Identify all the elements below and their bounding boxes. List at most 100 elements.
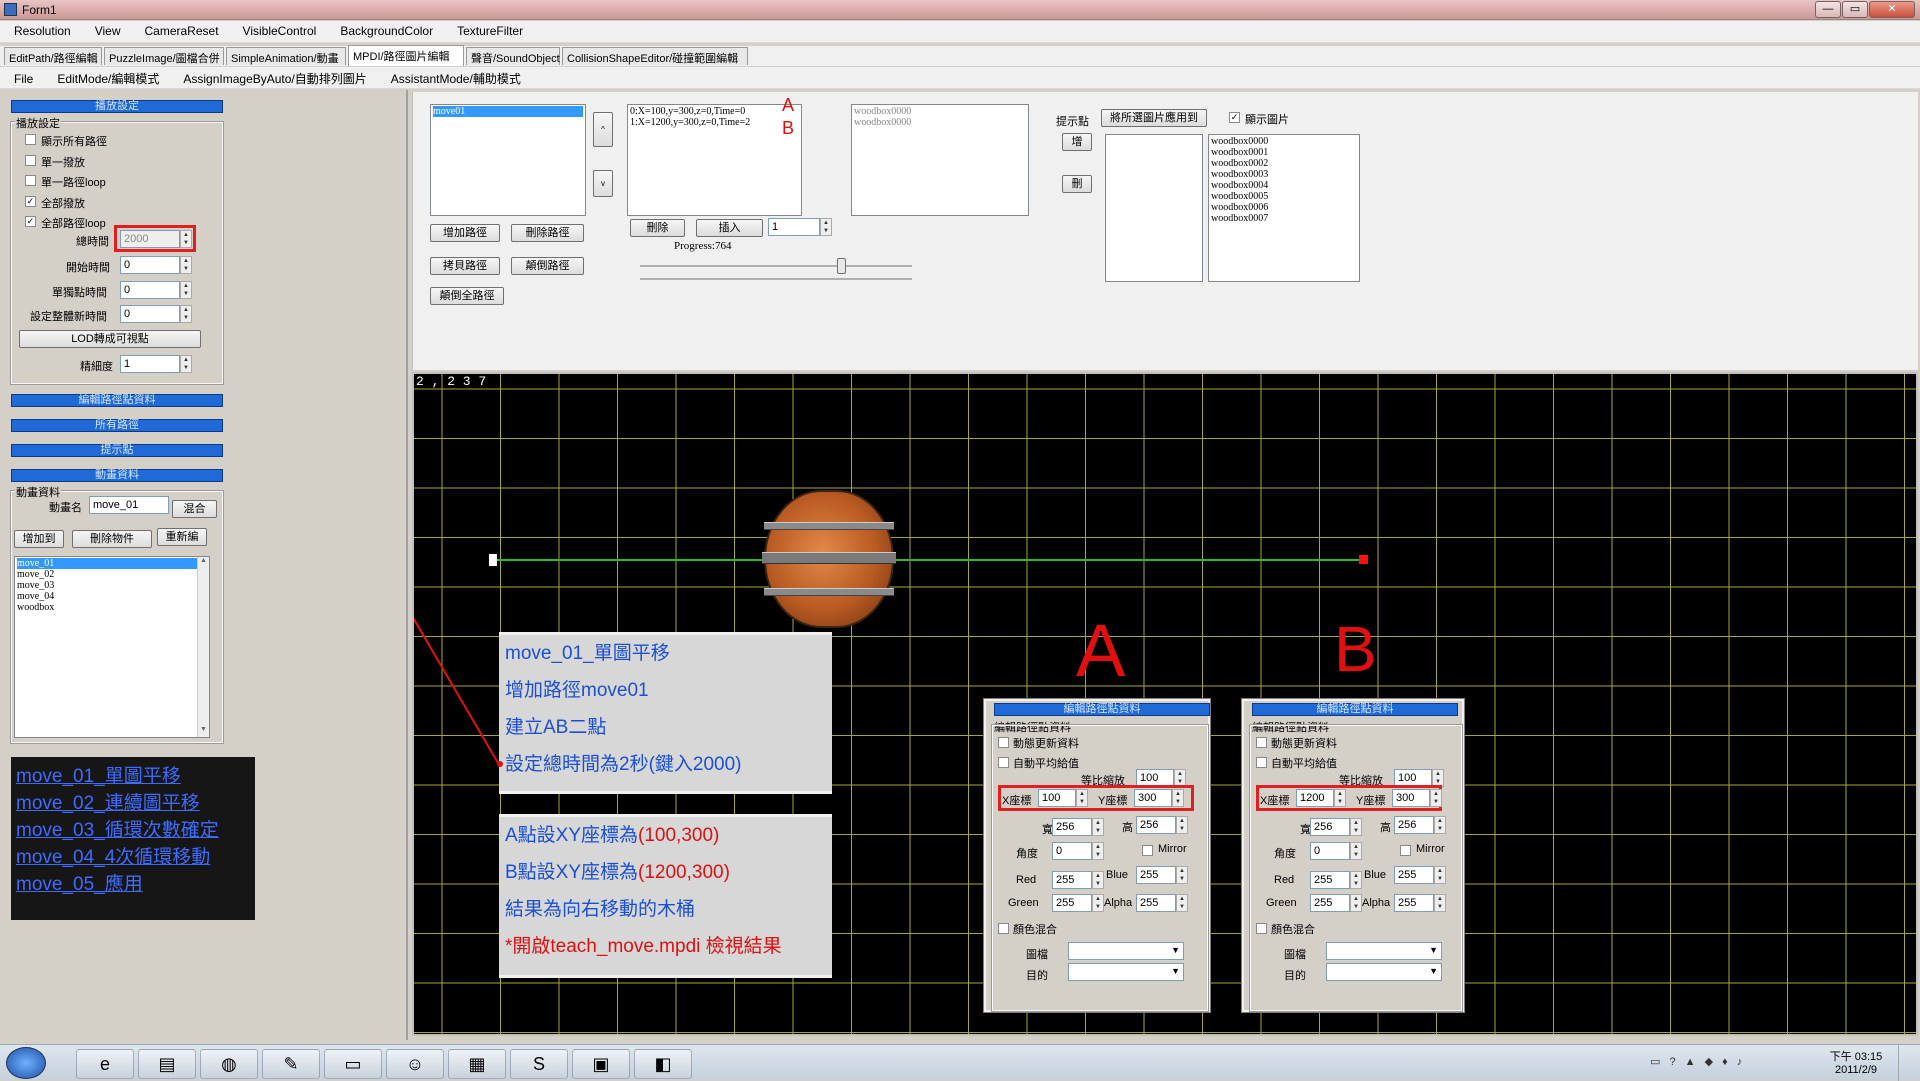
height-input[interactable]: 256 [1136,816,1176,834]
tab-4[interactable]: 聲音/SoundObject [466,47,560,65]
green-input[interactable]: 255 [1310,894,1350,912]
menu-view[interactable]: View [81,21,131,38]
list-item[interactable]: move_01 [17,558,207,569]
list-item[interactable]: woodbox0000 [854,117,1026,128]
clock[interactable]: 下午 03:15 2011/2/9 [1826,1048,1886,1076]
all-paths-bar[interactable]: 所有路徑 [11,419,223,432]
menu-visiblecontrol[interactable]: VisibleControl [229,21,327,38]
list-item[interactable]: woodbox0000 [854,106,1026,117]
path-image-list[interactable]: woodbox0000 woodbox0000 [851,104,1029,216]
delete-object-button[interactable]: 刪除物件 [72,530,152,548]
height-spinner[interactable]: ▲ ▼ [1434,816,1446,834]
menu-backgroundcolor[interactable]: BackgroundColor [326,21,443,38]
list-item[interactable]: move01 [433,106,583,117]
copy-path-button[interactable]: 拷貝路徑 [430,257,500,275]
target-dropdown[interactable]: ▼ [1326,963,1442,981]
tab-2[interactable]: SimpleAnimation/動畫 [226,47,346,65]
submenu-item-1[interactable]: EditMode/編輯模式 [43,67,169,87]
list-item[interactable]: woodbox0000 [1211,136,1357,147]
note-app-icon[interactable]: ◧ [634,1049,692,1079]
reverse-path-button[interactable]: 顛倒路徑 [511,257,584,275]
explorer-icon[interactable]: ▭ [324,1049,382,1079]
width-input[interactable]: 256 [1310,818,1350,836]
hint-list[interactable] [1105,134,1203,282]
checkbox-1[interactable] [25,154,36,166]
y-input[interactable]: 300 [1392,789,1430,807]
animation-list[interactable]: move_01 move_02 move_03 move_04 woodbox [14,556,210,738]
list-item[interactable]: woodbox [17,602,207,613]
tray-icons[interactable]: ▭ ? ▲ ◆ ♦ ♪ [1650,1055,1745,1068]
set-all-time-spinner[interactable]: ▲ ▼ [180,305,192,323]
width-spinner[interactable]: ▲ ▼ [1092,818,1104,836]
blue-input[interactable]: 255 [1136,866,1176,884]
rename-button[interactable]: 重新編 [157,528,207,546]
folder-icon[interactable]: ▤ [138,1049,196,1079]
mix-button[interactable]: 混合 [172,500,217,518]
y-spinner[interactable]: ▲ ▼ [1172,789,1184,807]
submenu-item-3[interactable]: AssistantMode/輔助模式 [377,67,531,87]
submenu-item-0[interactable]: File [0,69,43,86]
checkbox-0[interactable] [25,134,36,145]
red-input[interactable]: 255 [1052,871,1092,889]
start-time-input[interactable]: 0 [120,256,180,274]
single-point-time-spinner[interactable]: ▲ ▼ [180,281,192,299]
image-dropdown[interactable]: ▼ [1326,942,1442,960]
insert-point-button[interactable]: 插入 [696,219,763,237]
progress-slider-thumb[interactable] [837,258,847,274]
delete-point-button[interactable]: 刪除 [630,219,685,237]
tab-1[interactable]: PuzzleImage/圖檔合併 [104,47,224,65]
blue-spinner[interactable]: ▲ ▼ [1434,866,1446,884]
dynamic-update-checkbox[interactable] [998,737,1009,748]
add-path-button[interactable]: 增加路徑 [430,224,500,242]
list-item[interactable]: woodbox0002 [1211,158,1357,169]
path-list[interactable]: move01 [430,104,586,216]
alpha-input[interactable]: 255 [1136,894,1176,912]
height-input[interactable]: 256 [1394,816,1434,834]
list-item[interactable]: move_03 [17,580,207,591]
blue-input[interactable]: 255 [1394,866,1434,884]
angle-spinner[interactable]: ▲ ▼ [1092,842,1104,860]
list-item[interactable]: woodbox0001 [1211,147,1357,158]
anim-data-bar[interactable]: 動畫資料 [11,469,223,482]
close-button[interactable]: ✕ [1869,1,1915,18]
single-point-time-input[interactable]: 0 [120,281,180,299]
edit-points-bar[interactable]: 編輯路徑點資料 [11,394,223,407]
blue-spinner[interactable]: ▲ ▼ [1176,866,1188,884]
alpha-spinner[interactable]: ▲ ▼ [1176,894,1188,912]
alpha-spinner[interactable]: ▲ ▼ [1434,894,1446,912]
show-image-checkbox[interactable]: ✓ [1229,112,1240,123]
red-spinner[interactable]: ▲ ▼ [1092,871,1104,889]
hint-points-bar[interactable]: 提示點 [11,444,223,457]
image-dropdown[interactable]: ▼ [1068,942,1184,960]
mirror-checkbox[interactable] [1142,845,1153,856]
move-down-button[interactable]: v [593,170,613,197]
pen-icon[interactable]: ✎ [262,1049,320,1079]
maximize-button[interactable]: ▭ [1842,1,1868,18]
menu-camerareset[interactable]: CameraReset [131,21,229,38]
x-spinner[interactable]: ▲ ▼ [1076,789,1088,807]
minimize-button[interactable]: — [1815,1,1841,18]
list-item[interactable]: move_04 [17,591,207,602]
green-spinner[interactable]: ▲ ▼ [1092,894,1104,912]
start-time-spinner[interactable]: ▲ ▼ [180,256,192,274]
angle-input[interactable]: 0 [1052,842,1092,860]
app-icon-s[interactable]: S [510,1049,568,1079]
move-up-button[interactable]: ^ [593,112,613,147]
auto-average-checkbox[interactable] [1256,757,1267,768]
progress-slider[interactable] [640,265,912,267]
people-icon[interactable]: ☺ [386,1049,444,1079]
lod-button[interactable]: LOD轉成可視點 [19,330,201,348]
x-input[interactable]: 1200 [1296,789,1334,807]
tab-0[interactable]: EditPath/路徑編輯 [4,47,102,65]
green-input[interactable]: 255 [1052,894,1092,912]
checkbox-2[interactable] [25,175,36,186]
checkbox-4[interactable]: ✓ [25,216,36,227]
list-item[interactable]: woodbox0006 [1211,202,1357,213]
list-item[interactable]: woodbox0003 [1211,169,1357,180]
menu-texturefilter[interactable]: TextureFilter [443,21,533,38]
tab-5[interactable]: CollisionShapeEditor/碰撞範圍編輯 [562,47,748,65]
start-button[interactable] [6,1047,46,1079]
all-images-list[interactable]: woodbox0000 woodbox0001 woodbox0002 woodbox… [1208,134,1360,282]
submenu-item-2[interactable]: AssignImageByAuto/自動排列圖片 [169,67,376,87]
height-spinner[interactable]: ▲ ▼ [1176,816,1188,834]
